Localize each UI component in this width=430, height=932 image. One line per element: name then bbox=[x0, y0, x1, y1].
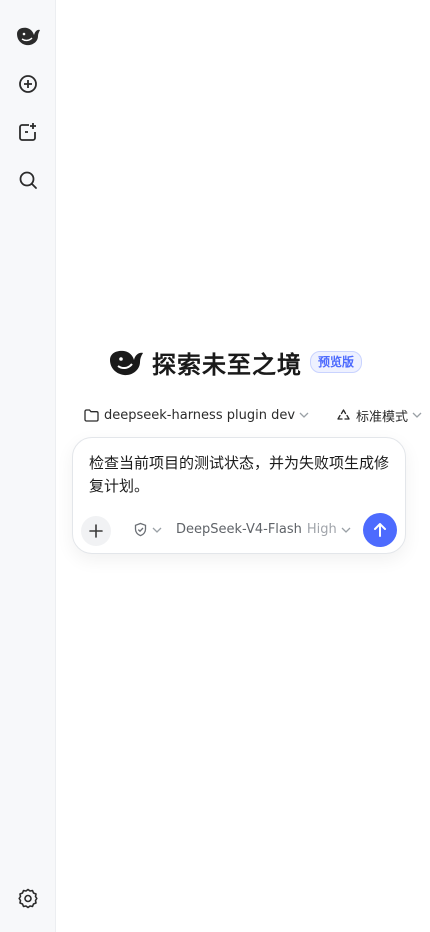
add-attachment-button[interactable] bbox=[81, 516, 111, 546]
arrow-up-icon bbox=[374, 523, 386, 537]
composer-toolbar: DeepSeek-V4-Flash High bbox=[133, 522, 351, 537]
sidebar bbox=[0, 0, 56, 932]
message-composer: 检查当前项目的测试状态，并为失败项生成修复计划。 DeepSeek-V4-Fla… bbox=[72, 437, 406, 554]
welcome-header: 探索未至之境 预览版 bbox=[108, 344, 363, 380]
message-input[interactable]: 检查当前项目的测试状态，并为失败项生成修复计划。 bbox=[89, 452, 393, 498]
chevron-down-icon bbox=[412, 412, 422, 418]
folder-selector[interactable]: deepseek-harness plugin dev bbox=[84, 408, 314, 423]
mode-selector[interactable]: 标准模式 bbox=[336, 406, 427, 425]
model-selector[interactable]: DeepSeek-V4-Flash High bbox=[176, 522, 351, 537]
mode-icon bbox=[337, 408, 350, 420]
shield-icon bbox=[134, 522, 147, 537]
chevron-down-icon bbox=[152, 527, 162, 533]
mode-label: 标准模式 bbox=[356, 409, 409, 425]
search-icon[interactable] bbox=[12, 164, 44, 196]
send-button[interactable] bbox=[363, 513, 397, 547]
model-level: High bbox=[306, 522, 337, 537]
model-name: DeepSeek-V4-Flash bbox=[176, 522, 302, 537]
context-bar: deepseek-harness plugin dev 标准模式 bbox=[84, 404, 430, 426]
app-window: 探索未至之境 预览版 deepseek-harness plugin dev 标… bbox=[0, 0, 430, 932]
new-chat-icon[interactable] bbox=[12, 68, 44, 100]
chevron-down-icon bbox=[299, 412, 309, 418]
folder-label: deepseek-harness plugin dev bbox=[104, 407, 296, 423]
deepseek-whale-logo-icon bbox=[110, 350, 143, 376]
new-project-icon[interactable] bbox=[12, 116, 44, 148]
main-area: 探索未至之境 预览版 deepseek-harness plugin dev 标… bbox=[56, 0, 430, 932]
deepseek-logo-icon[interactable] bbox=[12, 20, 44, 52]
page-title: 探索未至之境 bbox=[152, 350, 302, 379]
preview-badge: 预览版 bbox=[310, 351, 363, 373]
chevron-down-icon bbox=[341, 527, 351, 533]
folder-icon bbox=[84, 408, 99, 422]
plus-icon bbox=[89, 524, 103, 538]
settings-icon[interactable] bbox=[12, 882, 44, 914]
permission-selector[interactable] bbox=[133, 522, 162, 537]
